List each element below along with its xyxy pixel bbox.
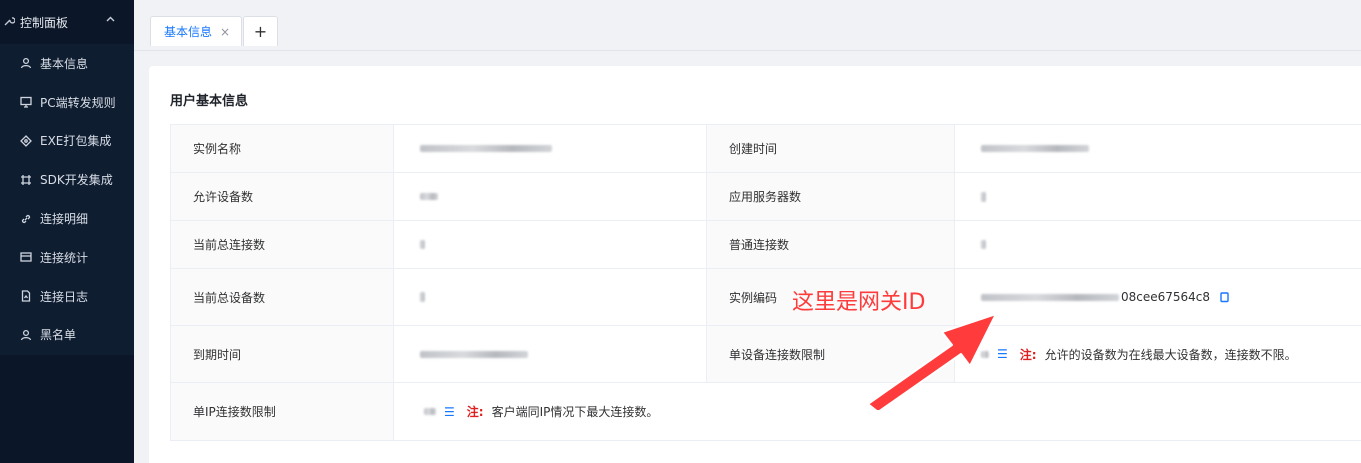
- sidebar-item-label: 基本信息: [40, 56, 89, 71]
- sidebar-item-sdk-integration[interactable]: SDK开发集成: [0, 160, 134, 199]
- label-current-connections: 当前总连接数: [171, 221, 393, 268]
- sidebar-item-label: 连接统计: [40, 250, 89, 265]
- note-text: 允许的设备数为在线最大设备数，连接数不限。: [1044, 347, 1297, 362]
- user-icon: [19, 328, 33, 342]
- table-row: 单IP连接数限制 ☰ 注: 客户端同IP情况下最大连接数。: [171, 383, 1361, 440]
- value-instance-name: [393, 125, 706, 172]
- info-table: 实例名称 创建时间 允许设备数 应用服务器数 当前总连接数 普通连接数 当前总设…: [170, 124, 1361, 441]
- sidebar-group-control-panel[interactable]: 控制面板: [0, 0, 134, 44]
- page-title: 用户基本信息: [170, 94, 249, 109]
- sidebar: 控制面板 基本信息 PC端转发规则 EXE打包集成 SDK开发集成 连接明细 连…: [0, 0, 134, 463]
- wrench-icon: [0, 15, 18, 30]
- label-expiry-time: 到期时间: [171, 326, 393, 382]
- sidebar-item-basic-info[interactable]: 基本信息: [0, 44, 134, 83]
- sidebar-item-label: EXE打包集成: [40, 134, 112, 149]
- table-row: 实例名称 创建时间: [171, 125, 1361, 173]
- value-per-device-limit: ☰ 注: 允许的设备数为在线最大设备数，连接数不限。: [954, 326, 1361, 382]
- sidebar-group-label: 控制面板: [20, 15, 69, 30]
- redacted-value: [420, 350, 528, 358]
- annotation-arrow-icon: [867, 313, 997, 410]
- redacted-value: [981, 240, 986, 249]
- sidebar-item-connection-logs[interactable]: 连接日志: [0, 277, 134, 316]
- diamond-icon: [19, 134, 33, 148]
- label-instance-name: 实例名称: [171, 125, 393, 172]
- value-instance-code: 08cee67564c8: [954, 269, 1361, 325]
- label-app-servers: 应用服务器数: [706, 173, 954, 220]
- redacted-value: [981, 191, 986, 202]
- label-current-devices: 当前总设备数: [171, 269, 393, 325]
- add-tab-button[interactable]: +: [243, 16, 278, 46]
- sidebar-item-label: 连接明细: [40, 212, 89, 227]
- redacted-value: [420, 145, 552, 152]
- user-info-card: 用户基本信息 实例名称 创建时间 允许设备数 应用服务器数 当前总连接数 普通连…: [149, 66, 1361, 463]
- note-prefix: 注:: [466, 405, 484, 419]
- sidebar-item-label: 黑名单: [40, 328, 77, 343]
- label-allowed-devices: 允许设备数: [171, 173, 393, 220]
- chevron-up-icon: [106, 14, 115, 25]
- value-app-servers: [954, 173, 1361, 220]
- table-icon: [19, 250, 33, 264]
- sidebar-item-label: PC端转发规则: [40, 95, 116, 110]
- instance-code-suffix: 08cee67564c8: [1121, 290, 1211, 304]
- close-icon[interactable]: ×: [220, 25, 230, 39]
- sidebar-item-blacklist[interactable]: 黑名单: [0, 316, 134, 355]
- label-normal-connections: 普通连接数: [706, 221, 954, 268]
- redacted-value: [420, 292, 425, 302]
- sidebar-item-exe-packaging[interactable]: EXE打包集成: [0, 122, 134, 161]
- table-row: 当前总连接数 普通连接数: [171, 221, 1361, 269]
- copy-icon[interactable]: [1220, 291, 1230, 303]
- sidebar-item-connection-stats[interactable]: 连接统计: [0, 238, 134, 277]
- label-created-time: 创建时间: [706, 125, 954, 172]
- tab-bar: 基本信息 × +: [134, 0, 1361, 51]
- file-icon: [19, 289, 33, 303]
- value-expiry-time: [393, 326, 706, 382]
- note-prefix: 注:: [1019, 347, 1037, 362]
- user-icon: [19, 56, 33, 70]
- sidebar-footer-area: [0, 355, 134, 463]
- redacted-value: [981, 145, 1089, 152]
- list-icon: ☰: [444, 404, 455, 419]
- redacted-value: [420, 193, 438, 200]
- tab-basic-info[interactable]: 基本信息 ×: [150, 16, 242, 46]
- value-normal-connections: [954, 221, 1361, 268]
- value-current-connections: [393, 221, 706, 268]
- table-row: 当前总设备数 实例编码 08cee67564c8: [171, 269, 1361, 326]
- sidebar-item-pc-forward-rules[interactable]: PC端转发规则: [0, 83, 134, 122]
- redacted-value: [424, 408, 436, 415]
- sidebar-item-label: SDK开发集成: [40, 173, 113, 188]
- value-created-time: [954, 125, 1361, 172]
- label-per-ip-limit: 单IP连接数限制: [171, 383, 393, 440]
- plus-icon: +: [253, 22, 268, 41]
- frame-icon: [19, 173, 33, 187]
- note-text: 客户端同IP情况下最大连接数。: [491, 405, 659, 419]
- monitor-icon: [19, 95, 33, 109]
- table-row: 允许设备数 应用服务器数: [171, 173, 1361, 221]
- sidebar-item-connection-details[interactable]: 连接明细: [0, 199, 134, 238]
- link-icon: [19, 212, 33, 226]
- value-allowed-devices: [393, 173, 706, 220]
- tab-label: 基本信息: [164, 25, 213, 39]
- value-current-devices: [393, 269, 706, 325]
- sidebar-item-label: 连接日志: [40, 289, 89, 304]
- table-row: 到期时间 单设备连接数限制 ☰ 注: 允许的设备数为在线最大设备数，连接数不限。: [171, 326, 1361, 383]
- redacted-value: [420, 240, 425, 249]
